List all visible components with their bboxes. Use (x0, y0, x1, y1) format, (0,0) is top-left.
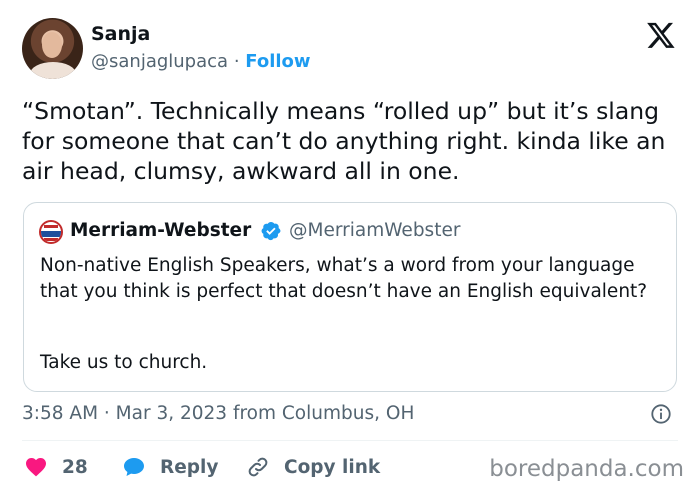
quoted-author-name: Merriam-Webster (70, 220, 252, 241)
separator-dot: · (233, 51, 240, 72)
author-handle-row: @sanjaglupaca · Follow (91, 50, 311, 74)
info-icon[interactable] (650, 403, 672, 425)
heart-icon (26, 458, 46, 477)
divider (22, 440, 678, 441)
quoted-author-handle: @MerriamWebster (289, 220, 461, 241)
quoted-tweet-text-2: Take us to church. (40, 352, 208, 373)
tweet-text: “Smotan”. Technically means “rolled up” … (22, 97, 666, 185)
link-icon (248, 457, 268, 477)
like-count: 28 (62, 456, 88, 478)
author-name[interactable]: Sanja (91, 22, 150, 46)
copy-link-label: Copy link (284, 456, 381, 478)
tweet-timestamp[interactable]: 3:58 AM · Mar 3, 2023 from Columbus, OH (22, 401, 414, 427)
avatar[interactable] (22, 18, 83, 79)
reply-bubble-icon (124, 458, 144, 476)
merriam-webster-logo (39, 220, 63, 244)
quoted-tweet-card[interactable]: Merriam-Webster @MerriamWebster Non-nati… (23, 202, 677, 392)
reply-label: Reply (160, 456, 219, 478)
watermark: boredpanda.com (489, 456, 684, 482)
tweet-header: Sanja @sanjaglupaca · Follow (22, 18, 678, 80)
quoted-tweet-text: Non-native English Speakers, what’s a wo… (40, 255, 648, 302)
x-logo-icon[interactable] (646, 20, 676, 50)
like-button[interactable]: 28 (24, 454, 88, 480)
author-handle[interactable]: @sanjaglupaca (91, 51, 228, 72)
reply-button[interactable]: Reply (122, 454, 218, 480)
follow-button[interactable]: Follow (245, 51, 310, 72)
copy-link-button[interactable]: Copy link (246, 454, 380, 480)
verified-badge-icon (261, 222, 281, 241)
